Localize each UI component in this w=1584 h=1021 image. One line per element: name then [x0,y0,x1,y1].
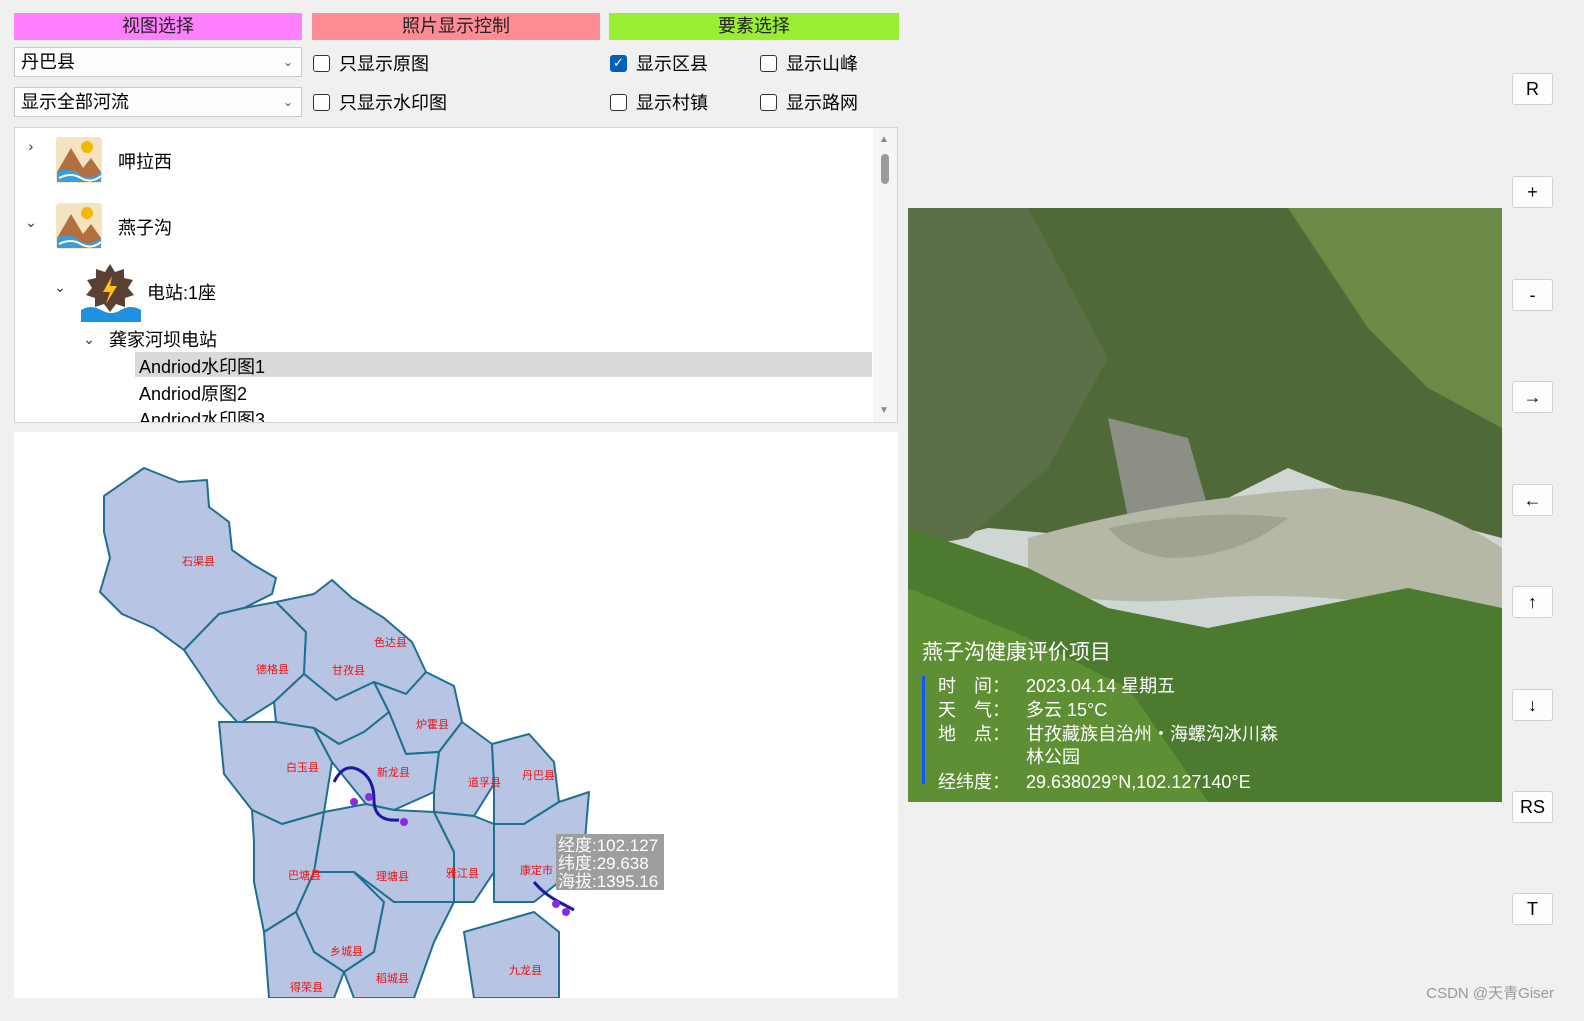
county-combo-value: 丹巴县 [21,52,75,72]
tooltip-lat: 纬度:29.638 [558,854,649,873]
county-label: 德格县 [256,662,289,676]
tree-scrollbar[interactable]: ▲ ▼ [873,128,897,422]
tooltip-lon: 经度:102.127 [558,836,658,855]
county-label: 乡城县 [330,945,363,958]
chevron-down-icon: ⌄ [282,55,293,69]
zoom-out-button[interactable]: - [1512,279,1553,311]
landscape-photo: 燕子沟健康评价项目 时 间： 2023.04.14 星期五 天 气： 多云 15… [908,208,1502,802]
pan-up-button[interactable]: ↑ [1512,586,1553,618]
checkbox-box[interactable] [760,93,777,111]
feature-select-header: 要素选择 [609,13,899,40]
photo-title: 燕子沟健康评价项目 [922,641,1111,664]
tree-item-yanzigou[interactable]: ⌄ [23,214,39,231]
show-peak-checkbox[interactable]: 显示山峰 [760,50,858,76]
photo-time: 2023.04.14 星期五 [1026,676,1175,696]
photo-preview: 燕子沟健康评价项目 时 间： 2023.04.14 星期五 天 气： 多云 15… [908,208,1502,802]
checkbox-label: 显示山峰 [786,54,858,74]
county-label: 九龙县 [509,964,542,977]
county-map[interactable]: 石渠县 色达县 德格县 甘孜县 炉霍县 白玉县 新龙县 道孚县 丹巴县 巴塘县 … [14,432,898,998]
landscape-icon [56,203,102,249]
chevron-down-icon: ⌄ [282,95,293,109]
zoom-in-button[interactable]: + [1512,176,1553,208]
view-select-header: 视图选择 [14,13,302,40]
checkbox-label: 显示村镇 [636,93,708,113]
watermark-text: CSDN @天青Giser [1426,985,1554,1002]
county-label: 稻城县 [376,972,409,985]
river-combo[interactable]: 显示全部河流 ⌄ [14,87,302,117]
photo-tree[interactable]: › 呷拉西 ⌄ 燕子沟 ⌄ 电站:1座 ⌄ 龚家河坝电站 Andriod水印图1… [14,127,898,423]
tree-label[interactable]: 电站:1座 [147,279,216,305]
show-road-checkbox[interactable]: 显示路网 [760,89,858,115]
scroll-up-icon[interactable]: ▲ [879,134,889,145]
pan-left-button[interactable]: ← [1512,484,1553,516]
county-combo[interactable]: 丹巴县 ⌄ [14,47,302,77]
county-label: 色达县 [374,635,407,649]
tree-item-galaxi[interactable]: › [23,138,39,154]
county-label: 雅江县 [446,866,479,880]
photo-place-line1: 甘孜藏族自治州・海螺沟冰川森 [1026,724,1278,744]
reset-button[interactable]: R [1512,73,1553,105]
show-village-checkbox[interactable]: 显示村镇 [610,89,708,115]
tree-item-photo-2[interactable]: Andriod原图2 [139,380,247,406]
county-label: 得荣县 [290,981,323,994]
chevron-down-icon[interactable]: ⌄ [23,214,39,231]
checkbox-box[interactable] [610,93,627,111]
county-label: 石渠县 [182,555,215,568]
tree-item-photo-1[interactable]: Andriod水印图1 [139,353,265,379]
checkbox-label: 显示路网 [786,93,858,113]
county-label: 丹巴县 [522,769,555,782]
photo-coord-label: 经纬度： [938,772,1010,792]
pan-right-button[interactable]: → [1512,381,1553,413]
tree-item-station[interactable]: ⌄ [52,279,68,296]
scroll-thumb[interactable] [881,154,889,184]
checkbox-label: 显示区县 [636,54,708,74]
photo-weather-label: 天 气： [938,700,1010,720]
county-label: 道孚县 [468,775,501,789]
photo-place-line2: 林公园 [1026,747,1080,767]
only-original-checkbox[interactable]: 只显示原图 [313,50,429,76]
pan-down-button[interactable]: ↓ [1512,689,1553,721]
checkbox-box[interactable] [313,54,330,72]
reset-scale-button[interactable]: RS [1512,791,1553,823]
chevron-down-icon[interactable]: ⌄ [52,279,68,296]
chevron-down-icon[interactable]: ⌄ [81,331,97,348]
tooltip-alt: 海拔:1395.16 [558,872,658,891]
county-label: 新龙县 [377,765,410,779]
photo-time-label: 时 间： [938,676,1010,696]
only-watermark-checkbox[interactable]: 只显示水印图 [313,89,447,115]
map-view[interactable]: 石渠县 色达县 德格县 甘孜县 炉霍县 白玉县 新龙县 道孚县 丹巴县 巴塘县 … [14,432,898,998]
tree-label: 龚家河坝电站 [109,330,217,350]
county-label: 甘孜县 [332,663,365,677]
county-label: 白玉县 [286,760,319,774]
county-label: 理塘县 [376,869,409,883]
county-label: 康定市 [520,863,553,877]
checkbox-label: 只显示水印图 [339,93,447,113]
tree-item-gongjiahe[interactable]: ⌄ 龚家河坝电站 [81,326,217,352]
county-label: 巴塘县 [288,868,321,882]
tree-item-photo-3[interactable]: Andriod水印图3 [139,406,265,422]
checkbox-box[interactable] [313,93,330,111]
hydropower-icon [81,264,141,322]
photo-control-header: 照片显示控制 [312,13,600,40]
tree-label[interactable]: 燕子沟 [118,214,172,240]
show-county-checkbox[interactable]: ✓ 显示区县 [610,50,708,76]
t-button[interactable]: T [1512,893,1553,925]
county-label: 炉霍县 [416,718,449,731]
river-combo-value: 显示全部河流 [21,92,129,112]
tree-label[interactable]: 呷拉西 [118,148,172,174]
checkbox-box[interactable] [760,54,777,72]
landscape-icon [56,137,102,183]
photo-place-label: 地 点： [938,724,1010,744]
photo-weather: 多云 15°C [1026,700,1107,720]
scroll-down-icon[interactable]: ▼ [879,405,889,416]
photo-coord: 29.638029°N,102.127140°E [1026,772,1251,792]
check-icon[interactable]: ✓ [610,54,627,72]
checkbox-label: 只显示原图 [339,54,429,74]
chevron-right-icon[interactable]: › [23,138,39,154]
